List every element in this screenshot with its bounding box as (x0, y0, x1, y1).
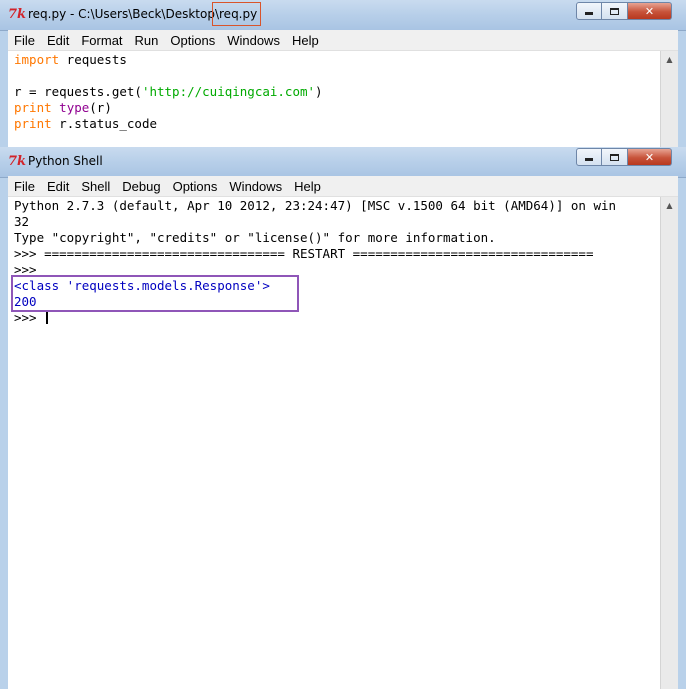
editor-caption-buttons: ✕ (576, 2, 672, 20)
code-line: import requests (14, 52, 660, 68)
tk-feather-icon: 7k (8, 154, 27, 169)
banner-line: 32 (14, 214, 30, 229)
code-token: ) (315, 84, 323, 99)
minimize-icon (585, 158, 593, 161)
menu-help[interactable]: Help (286, 33, 325, 48)
prompt-line-active[interactable]: >>> (14, 310, 660, 326)
scroll-up-arrow-icon[interactable]: ▲ (662, 197, 677, 213)
menu-shell[interactable]: Shell (75, 179, 116, 194)
menu-edit[interactable]: Edit (41, 33, 75, 48)
shell-caption-buttons: ✕ (576, 148, 672, 166)
maximize-icon (610, 7, 619, 15)
code-token: (r) (89, 100, 112, 115)
code-token: r.status_code (51, 116, 157, 131)
prompt: >>> (14, 310, 45, 325)
shell-window: 7k Python Shell ✕ File Edit Shell Debug … (0, 147, 686, 689)
menu-options[interactable]: Options (167, 179, 224, 194)
maximize-button[interactable] (602, 148, 628, 166)
tk-feather-icon: 7k (8, 7, 27, 22)
menu-file[interactable]: File (8, 179, 41, 194)
banner-line: Python 2.7.3 (default, Apr 10 2012, 23:2… (14, 198, 617, 213)
code-line: r = requests.get('http://cuiqingcai.com'… (14, 84, 660, 100)
menu-file[interactable]: File (8, 33, 41, 48)
editor-title-path: req.py - C:\Users\Beck\Desktop\ (28, 7, 220, 21)
code-token: requests (59, 52, 127, 67)
shell-scrollbar[interactable]: ▲ (660, 197, 678, 689)
menu-format[interactable]: Format (75, 33, 128, 48)
close-button[interactable]: ✕ (628, 148, 672, 166)
maximize-button[interactable] (602, 2, 628, 20)
title-filename-highlight (212, 2, 261, 26)
close-button[interactable]: ✕ (628, 2, 672, 20)
banner-line: Type "copyright", "credits" or "license(… (14, 230, 496, 245)
shell-text-area[interactable]: Python 2.7.3 (default, Apr 10 2012, 23:2… (8, 197, 660, 689)
shell-menubar: File Edit Shell Debug Options Windows He… (8, 176, 678, 197)
minimize-icon (585, 12, 593, 15)
maximize-icon (610, 153, 619, 161)
builtin-token: type (59, 100, 90, 115)
menu-run[interactable]: Run (129, 33, 165, 48)
editor-scrollbar[interactable]: ▲ (660, 51, 678, 147)
shell-titlebar[interactable]: 7k Python Shell ✕ (0, 147, 686, 178)
menu-debug[interactable]: Debug (116, 179, 166, 194)
code-token: r = requests.get( (14, 84, 142, 99)
keyword-token: import (14, 52, 60, 67)
close-icon: ✕ (644, 4, 655, 18)
code-line: print r.status_code (14, 116, 660, 132)
keyword-token: print (14, 116, 52, 131)
editor-titlebar[interactable]: 7k req.py - C:\Users\Beck\Desktop\req.py… (0, 0, 686, 31)
menu-windows[interactable]: Windows (223, 179, 288, 194)
restart-line: >>> ================================ RES… (14, 246, 594, 261)
scroll-up-arrow-icon[interactable]: ▲ (662, 51, 677, 67)
string-token: 'http://cuiqingcai.com' (141, 84, 316, 99)
shell-title: Python Shell (28, 154, 103, 168)
minimize-button[interactable] (576, 148, 602, 166)
text-caret (46, 310, 49, 324)
editor-window: 7k req.py - C:\Users\Beck\Desktop\req.py… (0, 0, 686, 147)
output-highlight-box (11, 275, 299, 312)
close-icon: ✕ (644, 150, 655, 164)
editor-text-area[interactable]: import requests r = requests.get('http:/… (8, 51, 660, 147)
keyword-token: print (14, 100, 52, 115)
minimize-button[interactable] (576, 2, 602, 20)
menu-help[interactable]: Help (288, 179, 327, 194)
menu-windows[interactable]: Windows (221, 33, 286, 48)
menu-edit[interactable]: Edit (41, 179, 75, 194)
code-line: print type(r) (14, 100, 660, 116)
editor-menubar: File Edit Format Run Options Windows Hel… (8, 30, 678, 51)
menu-options[interactable]: Options (164, 33, 221, 48)
